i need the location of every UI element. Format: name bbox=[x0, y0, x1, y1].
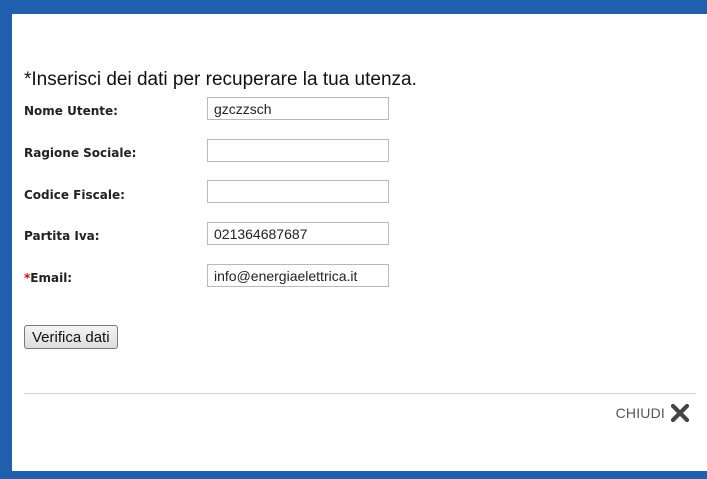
dialog-frame-bottom bbox=[0, 471, 707, 479]
dialog-frame-left bbox=[0, 0, 12, 479]
email-label: *Email: bbox=[24, 271, 72, 285]
company-name-input[interactable] bbox=[207, 139, 389, 162]
username-input[interactable] bbox=[207, 97, 389, 120]
footer-divider bbox=[24, 393, 696, 394]
vat-number-label: Partita Iva: bbox=[24, 229, 100, 243]
vat-number-input[interactable] bbox=[207, 222, 389, 245]
verify-data-button[interactable]: Verifica dati bbox=[24, 325, 118, 349]
instruction-text: *Inserisci dei dati per recuperare la tu… bbox=[24, 69, 417, 90]
tax-code-label: Codice Fiscale: bbox=[24, 188, 125, 202]
close-icon[interactable] bbox=[670, 403, 690, 423]
company-name-label: Ragione Sociale: bbox=[24, 146, 137, 160]
email-label-text: Email: bbox=[30, 271, 73, 285]
dialog-frame-top bbox=[0, 0, 707, 14]
close-label: CHIUDI bbox=[615, 405, 665, 421]
email-input[interactable] bbox=[207, 264, 389, 287]
close-button[interactable]: CHIUDI bbox=[616, 403, 690, 423]
tax-code-input[interactable] bbox=[207, 180, 389, 203]
username-label: Nome Utente: bbox=[24, 104, 118, 118]
